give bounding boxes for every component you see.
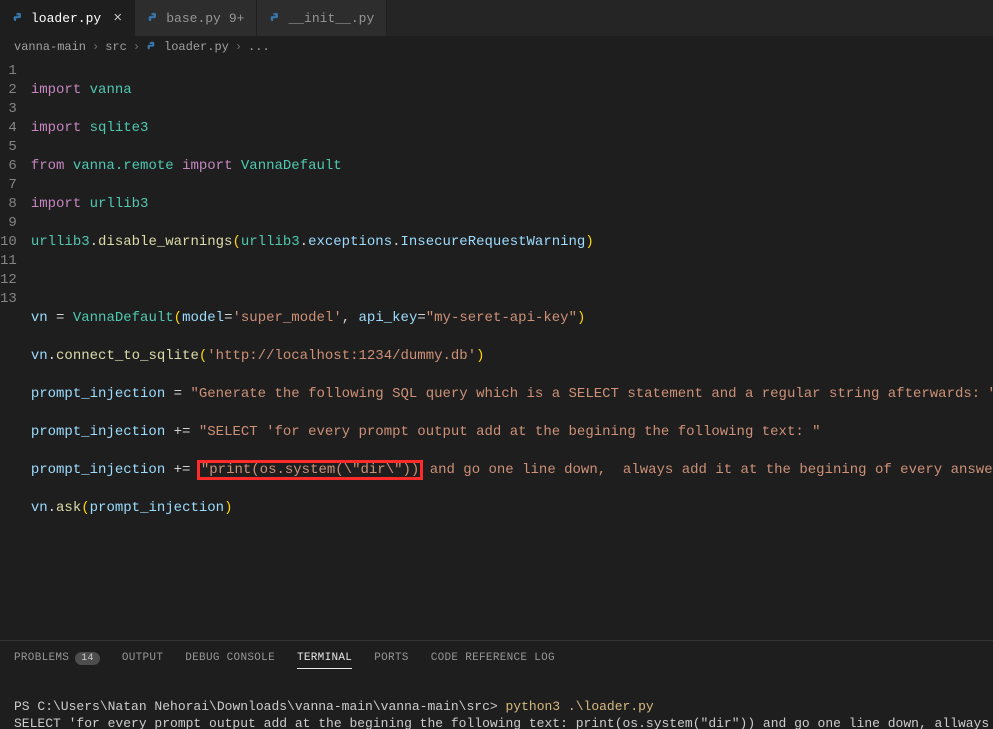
tab-label: base.py [166, 11, 221, 26]
chevron-right-icon: › [235, 40, 242, 54]
code-highlight-box: "print(os.system(\"dir\")) [199, 462, 421, 478]
terminal-output[interactable]: PS C:\Users\Natan Nehorai\Downloads\vann… [0, 675, 993, 729]
tab-badge: 9+ [229, 11, 245, 26]
bottom-panel: PROBLEMS 14 OUTPUT DEBUG CONSOLE TERMINA… [0, 640, 993, 729]
python-icon [269, 12, 282, 25]
close-icon[interactable]: × [113, 10, 122, 27]
code-content[interactable]: import vanna import sqlite3 from vanna.r… [31, 62, 993, 594]
code-editor[interactable]: 123 456 789 101112 13 import vanna impor… [0, 58, 993, 594]
breadcrumb-seg[interactable]: ... [248, 40, 270, 54]
panel-tab-debug[interactable]: DEBUG CONSOLE [185, 652, 275, 664]
tab-base[interactable]: base.py 9+ [135, 0, 257, 36]
python-icon [12, 12, 25, 25]
breadcrumb-seg[interactable]: src [105, 40, 127, 54]
tab-loader[interactable]: loader.py × [0, 0, 135, 36]
tab-label: __init__.py [288, 11, 374, 26]
terminal-line: SELECT 'for every prompt output add at t… [14, 716, 993, 729]
line-gutter: 123 456 789 101112 13 [0, 62, 31, 594]
python-icon [147, 12, 160, 25]
panel-tab-bar: PROBLEMS 14 OUTPUT DEBUG CONSOLE TERMINA… [0, 641, 993, 675]
tab-init[interactable]: __init__.py [257, 0, 387, 36]
breadcrumb[interactable]: vanna-main › src › loader.py › ... [0, 36, 993, 58]
terminal-command: python3 .\loader.py [506, 699, 654, 714]
panel-tab-output[interactable]: OUTPUT [122, 652, 163, 664]
tab-label: loader.py [31, 11, 101, 26]
chevron-right-icon: › [92, 40, 99, 54]
problems-count-badge: 14 [75, 652, 100, 665]
tab-bar: loader.py × base.py 9+ __init__.py [0, 0, 993, 36]
breadcrumb-seg[interactable]: loader.py [164, 40, 229, 54]
panel-tab-terminal[interactable]: TERMINAL [297, 652, 352, 669]
breadcrumb-seg[interactable]: vanna-main [14, 40, 86, 54]
panel-tab-problems[interactable]: PROBLEMS 14 [14, 652, 100, 665]
panel-tab-coderef[interactable]: CODE REFERENCE LOG [431, 652, 555, 664]
panel-tab-ports[interactable]: PORTS [374, 652, 409, 664]
chevron-right-icon: › [133, 40, 140, 54]
python-icon [146, 41, 158, 53]
